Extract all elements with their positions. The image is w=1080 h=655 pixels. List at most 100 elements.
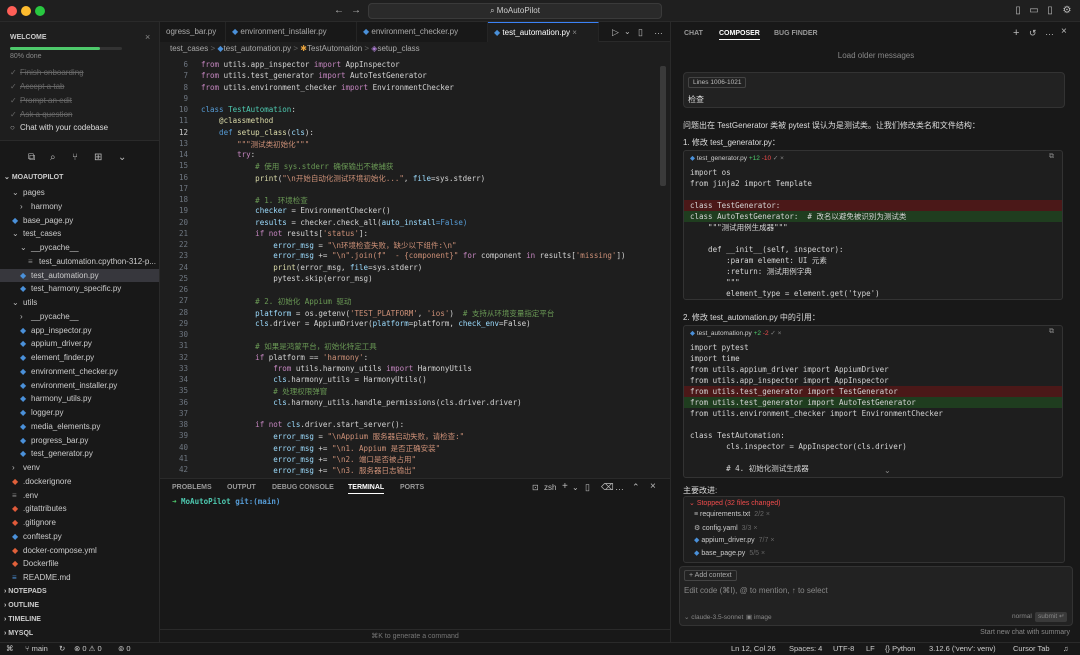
- code-line[interactable]: from utils.test_generator import AutoTes…: [201, 71, 427, 80]
- sidebar-section-mysql[interactable]: › MYSQL: [0, 627, 159, 640]
- more-actions-icon[interactable]: …: [1045, 27, 1054, 37]
- code-line[interactable]: error_msg += "\n1. Appium 是否正确安装": [201, 443, 440, 454]
- shell-name[interactable]: zsh: [544, 483, 556, 492]
- tab-terminal[interactable]: TERMINAL: [348, 484, 385, 494]
- code-line[interactable]: pytest.skip(error_msg): [201, 274, 372, 283]
- code-line[interactable]: if not results['status']:: [201, 229, 368, 238]
- code-line[interactable]: results = checker.check_all(auto_install…: [201, 218, 467, 227]
- indentation[interactable]: Spaces: 4: [789, 643, 822, 655]
- image-button[interactable]: ▣ image: [746, 613, 772, 621]
- tab-progress-bar[interactable]: ogress_bar.py: [160, 22, 226, 42]
- explorer-file[interactable]: ◆ progress_bar.py: [0, 434, 159, 447]
- branch-indicator[interactable]: ⑂ main: [25, 643, 48, 655]
- tab-output[interactable]: OUTPUT: [227, 484, 256, 491]
- explorer-file[interactable]: ◆ conftest.py: [0, 530, 159, 543]
- onboarding-item-active[interactable]: ○ Chat with your codebase: [10, 123, 108, 132]
- explorer-file[interactable]: ≡ .env: [0, 489, 159, 502]
- close-icon[interactable]: ×: [650, 481, 656, 492]
- language-mode[interactable]: {} Python: [885, 643, 915, 655]
- explorer-folder[interactable]: ⌄ test_cases: [0, 227, 159, 240]
- ports-indicator[interactable]: ⊚ 0: [118, 643, 131, 655]
- back-arrow-icon[interactable]: ←: [333, 5, 345, 17]
- explorer-file[interactable]: ◆ test_automation.py: [0, 268, 159, 282]
- code-line[interactable]: print(error_msg, file=sys.stderr): [201, 263, 422, 272]
- code-line[interactable]: error_msg = "\nAppium 服务器启动失败，请检查:": [201, 431, 464, 442]
- problems-indicator[interactable]: ⊗ 0 ⚠ 0: [74, 643, 102, 655]
- end-of-line[interactable]: LF: [866, 643, 875, 655]
- customize-layout-icon[interactable]: ⚙: [1061, 5, 1073, 17]
- encoding[interactable]: UTF-8: [833, 643, 854, 655]
- more-actions-icon[interactable]: …: [654, 26, 663, 36]
- explorer-file[interactable]: ◆ environment_installer.py: [0, 379, 159, 392]
- explorer-file[interactable]: ◆ environment_checker.py: [0, 365, 159, 378]
- load-older-messages[interactable]: Load older messages: [671, 51, 1080, 60]
- maximize-panel-icon[interactable]: ⌃: [632, 482, 640, 493]
- cursor-tab[interactable]: Cursor Tab: [1013, 643, 1050, 655]
- explorer-root[interactable]: ⌄ MOAUTOPILOT: [0, 171, 159, 184]
- explorer-file[interactable]: ◆ harmony_utils.py: [0, 392, 159, 405]
- chevron-down-icon[interactable]: ⌄: [118, 152, 126, 163]
- command-center-search[interactable]: ⌕ MoAutoPilot: [368, 3, 662, 19]
- explorer-file[interactable]: ◆ test_harmony_specific.py: [0, 282, 159, 295]
- explorer-file[interactable]: ◆ .gitattributes: [0, 502, 159, 515]
- explorer-file[interactable]: ◆ element_finder.py: [0, 351, 159, 364]
- explorer-file[interactable]: ◆ test_generator.py: [0, 447, 159, 460]
- history-icon[interactable]: ↺: [1029, 28, 1037, 39]
- onboarding-item[interactable]: ✓ Finish onboarding: [10, 68, 84, 77]
- sidebar-section-outline[interactable]: › OUTLINE: [0, 599, 159, 612]
- diff-file-header[interactable]: ◆ test_automation.py +2 -2 ✓ ×: [690, 328, 781, 339]
- new-terminal-icon[interactable]: +: [562, 481, 568, 492]
- chevron-down-icon[interactable]: ⌄: [624, 27, 631, 36]
- terminal-generate-hint[interactable]: ⌘K to generate a command: [160, 629, 670, 643]
- code-line[interactable]: error_msg += "\n".join(f" - {component}"…: [201, 251, 625, 260]
- code-line[interactable]: error_msg += "\n2. 端口是否被占用": [201, 454, 416, 465]
- notifications-icon[interactable]: ♫: [1063, 643, 1069, 655]
- code-line[interactable]: """测试类初始化""": [201, 139, 309, 150]
- code-line[interactable]: error_msg += "\n3. 服务器日志输出": [201, 465, 416, 476]
- explorer-file[interactable]: ◆ base_page.py: [0, 214, 159, 227]
- code-line[interactable]: if not cls.driver.start_server():: [201, 420, 404, 429]
- code-line[interactable]: checker = EnvironmentChecker(): [201, 206, 390, 215]
- explorer-file[interactable]: ◆ .gitignore: [0, 516, 159, 529]
- explorer-file[interactable]: ◆ .dockerignore: [0, 475, 159, 488]
- code-line[interactable]: # 使用 sys.stderr 确保输出不被捕获: [201, 161, 393, 172]
- more-actions-icon[interactable]: …: [615, 482, 624, 492]
- close-window-button[interactable]: [7, 6, 17, 16]
- changed-file-item[interactable]: ⚙ config.yaml 3/3 ×: [694, 524, 757, 532]
- explorer-folder[interactable]: › venv: [0, 461, 159, 474]
- code-line[interactable]: try:: [201, 150, 255, 159]
- terminal-prompt[interactable]: ➜ MoAutoPilot git:(main): [172, 497, 280, 506]
- python-interpreter[interactable]: 3.12.6 ('venv': venv): [929, 643, 996, 655]
- sync-icon[interactable]: ↻: [59, 643, 65, 655]
- copy-icon[interactable]: ⧉: [1049, 328, 1054, 336]
- composer-input-box[interactable]: + Add context Edit code (⌘I), @ to menti…: [679, 566, 1073, 626]
- explorer-folder[interactable]: › harmony: [0, 200, 159, 213]
- cursor-position[interactable]: Ln 12, Col 26: [731, 643, 776, 655]
- toggle-panel-icon[interactable]: ▭: [1028, 5, 1040, 17]
- explorer-file[interactable]: ◆ Dockerfile: [0, 557, 159, 570]
- breadcrumb-item[interactable]: test_cases: [170, 44, 208, 53]
- split-editor-icon[interactable]: ▯: [638, 27, 643, 38]
- sidebar-section-notepads[interactable]: › NOTEPADS: [0, 585, 159, 598]
- explorer-file[interactable]: ◆ app_inspector.py: [0, 324, 159, 337]
- code-line[interactable]: cls.harmony_utils = HarmonyUtils(): [201, 375, 427, 384]
- trash-icon[interactable]: ⌫: [601, 482, 614, 493]
- code-line[interactable]: # 2. 初始化 Appium 驱动: [201, 296, 351, 307]
- breadcrumb-item[interactable]: setup_class: [377, 44, 419, 53]
- code-line[interactable]: @classmethod: [201, 116, 273, 125]
- tab-composer[interactable]: COMPOSER: [719, 30, 760, 40]
- tab-ports[interactable]: PORTS: [400, 484, 424, 491]
- minimize-window-button[interactable]: [21, 6, 31, 16]
- code-line[interactable]: cls.driver = AppiumDriver(platform=platf…: [201, 319, 530, 328]
- split-terminal-icon[interactable]: ▯: [585, 482, 590, 493]
- diff-file-header[interactable]: ◆ test_generator.py +12 -10 ✓ ×: [690, 153, 784, 164]
- toggle-secondary-sidebar-icon[interactable]: ▯: [1044, 5, 1056, 17]
- search-icon[interactable]: ⌕: [50, 152, 56, 163]
- stopped-status[interactable]: ⌄ Stopped (32 files changed): [689, 499, 780, 507]
- files-icon[interactable]: ⧉: [28, 152, 35, 163]
- code-line[interactable]: def setup_class(cls):: [201, 128, 314, 137]
- code-line[interactable]: # 1. 环境检查: [201, 195, 308, 206]
- code-line[interactable]: if platform == 'harmony':: [201, 353, 368, 362]
- explorer-folder[interactable]: ⌄ utils: [0, 296, 159, 309]
- explorer-file[interactable]: ≡ test_automation.cpython-312-p...: [0, 255, 159, 268]
